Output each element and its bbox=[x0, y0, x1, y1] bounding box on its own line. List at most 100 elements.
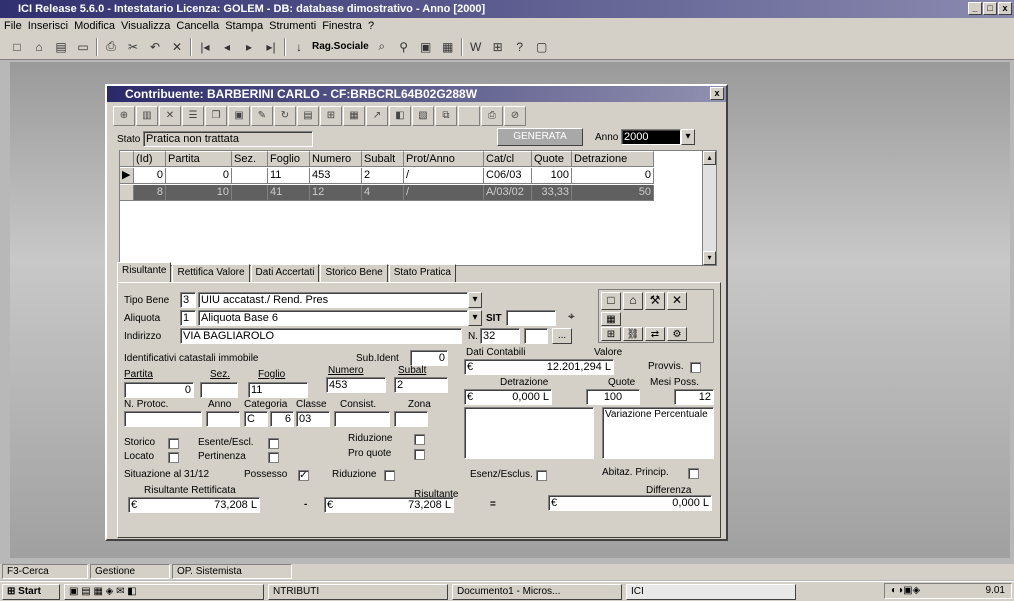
paste-icon[interactable]: ▣ bbox=[228, 106, 250, 126]
differenza-field[interactable]: € 0,000 L bbox=[548, 495, 712, 511]
grid-cell[interactable]: 2 bbox=[362, 168, 404, 184]
map-icon[interactable]: ⌖ bbox=[568, 309, 575, 324]
menu-strumenti[interactable]: Strumenti bbox=[269, 18, 316, 34]
categoria-b-field[interactable]: 6 bbox=[270, 411, 294, 427]
sez-field[interactable] bbox=[200, 382, 238, 398]
aliquota-code[interactable]: 1 bbox=[180, 310, 196, 326]
new-record-icon[interactable]: ⊕ bbox=[113, 106, 135, 126]
esenz-checkbox[interactable] bbox=[536, 470, 547, 481]
print-icon[interactable]: ⎙ bbox=[102, 38, 120, 56]
grid-cell[interactable] bbox=[232, 168, 268, 184]
abitaz-checkbox[interactable] bbox=[688, 468, 699, 479]
print-preview-icon[interactable]: ⎙ bbox=[481, 106, 503, 126]
scroll-up-icon[interactable]: ▴ bbox=[703, 151, 716, 165]
blank-icon[interactable] bbox=[458, 106, 480, 126]
edit-icon[interactable]: ▥ bbox=[136, 106, 158, 126]
window-icon[interactable]: ▣ bbox=[417, 38, 435, 56]
col-header[interactable]: Subalt bbox=[362, 151, 404, 167]
menu-inserisci[interactable]: Inserisci bbox=[28, 18, 68, 34]
link-icon[interactable]: ⛓ bbox=[623, 327, 643, 341]
consist-field[interactable] bbox=[334, 411, 390, 427]
esente-checkbox[interactable] bbox=[268, 438, 279, 449]
taskbar-item[interactable]: ICI bbox=[626, 583, 796, 600]
calc-small-icon[interactable]: ⊞ bbox=[601, 327, 621, 341]
tab-dati-accertati[interactable]: Dati Accertati bbox=[250, 264, 320, 282]
tipo-bene-select[interactable]: UIU accatast./ Rend. Pres bbox=[198, 292, 468, 308]
first-record-icon[interactable]: |◂ bbox=[196, 38, 214, 56]
open-folder-icon[interactable]: ⌂ bbox=[623, 292, 643, 310]
tools-icon[interactable]: ⚒ bbox=[645, 292, 665, 310]
col-header[interactable]: (Id) bbox=[134, 151, 166, 167]
tipo-bene-dropdown-icon[interactable]: ▾ bbox=[468, 292, 482, 308]
detrazione-field[interactable]: € 0,000 L bbox=[464, 389, 552, 405]
grid-cell[interactable]: 11 bbox=[268, 168, 310, 184]
anno-select[interactable]: 2000 bbox=[621, 129, 681, 145]
open-icon[interactable]: ⌂ bbox=[30, 38, 48, 56]
prev-record-icon[interactable]: ◂ bbox=[218, 38, 236, 56]
col-header[interactable]: Detrazione bbox=[572, 151, 654, 167]
last-record-icon[interactable]: ▸| bbox=[262, 38, 280, 56]
grid-cell[interactable]: 12 bbox=[310, 185, 362, 201]
col-header[interactable]: Prot/Anno bbox=[404, 151, 484, 167]
col-header[interactable]: Numero bbox=[310, 151, 362, 167]
save-icon[interactable]: ▤ bbox=[52, 38, 70, 56]
cut-icon[interactable]: ✂ bbox=[124, 38, 142, 56]
grid-cell[interactable]: 4 bbox=[362, 185, 404, 201]
maximize-button[interactable]: □ bbox=[983, 2, 997, 15]
merge-icon[interactable]: ⇄ bbox=[645, 327, 665, 341]
tab-rettifica-valore[interactable]: Rettifica Valore bbox=[172, 264, 250, 282]
dialog-close-button[interactable]: x bbox=[710, 87, 724, 100]
scroll-down-icon[interactable]: ▾ bbox=[703, 251, 716, 265]
delete-icon[interactable]: ✕ bbox=[168, 38, 186, 56]
risultante-rettificata-field[interactable]: € 73,208 L bbox=[128, 497, 260, 513]
grid-cell[interactable]: A/03/02 bbox=[484, 185, 532, 201]
grid-icon[interactable]: ▦ bbox=[601, 312, 621, 326]
binoculars-icon[interactable]: ⚲ bbox=[395, 38, 413, 56]
sub-ident-field[interactable]: 0 bbox=[410, 350, 448, 366]
about-icon[interactable]: ▢ bbox=[533, 38, 551, 56]
civico-field[interactable]: 32 bbox=[480, 328, 520, 344]
minimize-button[interactable]: _ bbox=[968, 2, 982, 15]
col-header[interactable]: Partita bbox=[166, 151, 232, 167]
riduzione2-checkbox[interactable] bbox=[384, 470, 395, 481]
risultante-field[interactable]: € 73,208 L bbox=[324, 497, 454, 513]
grid-cell[interactable]: C06/03 bbox=[484, 168, 532, 184]
col-header[interactable]: Quote bbox=[532, 151, 572, 167]
tipo-bene-code[interactable]: 3 bbox=[180, 292, 196, 308]
close-x-icon[interactable]: ✕ bbox=[667, 292, 687, 310]
pencil-icon[interactable]: ✎ bbox=[251, 106, 273, 126]
pertinenza-checkbox[interactable] bbox=[268, 452, 279, 463]
grid-cell[interactable]: 0 bbox=[572, 168, 654, 184]
table-icon[interactable]: ▦ bbox=[343, 106, 365, 126]
note-area[interactable] bbox=[464, 407, 594, 459]
categoria-a-field[interactable]: C bbox=[244, 411, 268, 427]
menu-cancella[interactable]: Cancella bbox=[176, 18, 219, 34]
col-header[interactable]: Sez. bbox=[232, 151, 268, 167]
search-field-label[interactable]: Rag.Sociale bbox=[312, 41, 369, 52]
table-row[interactable]: 8 10 41 12 4 / A/03/02 33,33 50 bbox=[120, 185, 654, 201]
copy-icon[interactable]: ❐ bbox=[205, 106, 227, 126]
indirizzo-field[interactable]: VIA BAGLIAROLO bbox=[180, 328, 462, 344]
folder-icon[interactable]: ▭ bbox=[74, 38, 92, 56]
calc-icon[interactable]: ⊞ bbox=[489, 38, 507, 56]
numero-field[interactable]: 453 bbox=[326, 377, 386, 393]
help-icon[interactable]: ? bbox=[511, 38, 529, 56]
table-row[interactable]: ▶ 0 0 11 453 2 / C06/03 100 0 bbox=[120, 168, 654, 184]
duplicate-icon[interactable]: ⧉ bbox=[435, 106, 457, 126]
nprotoc-field[interactable] bbox=[124, 411, 202, 427]
col-header[interactable]: Foglio bbox=[268, 151, 310, 167]
filter-icon[interactable]: ⌕ bbox=[373, 38, 391, 56]
calculator-icon[interactable]: ⊞ bbox=[320, 106, 342, 126]
locato-checkbox[interactable] bbox=[168, 452, 179, 463]
sit-field[interactable] bbox=[506, 310, 556, 326]
tray-icons[interactable]: ◐◑▣◈ bbox=[891, 584, 920, 598]
valore-field[interactable]: € 12.201,294 L bbox=[464, 359, 614, 375]
close-button[interactable]: x bbox=[998, 2, 1012, 15]
grid-cell[interactable]: 10 bbox=[166, 185, 232, 201]
undo-icon[interactable]: ↶ bbox=[146, 38, 164, 56]
subalt-field[interactable]: 2 bbox=[394, 377, 448, 393]
grid-cell[interactable]: 8 bbox=[134, 185, 166, 201]
word-icon[interactable]: W bbox=[467, 38, 485, 56]
sort-icon[interactable]: ↓ bbox=[290, 38, 308, 56]
menu-file[interactable]: File bbox=[4, 18, 22, 34]
